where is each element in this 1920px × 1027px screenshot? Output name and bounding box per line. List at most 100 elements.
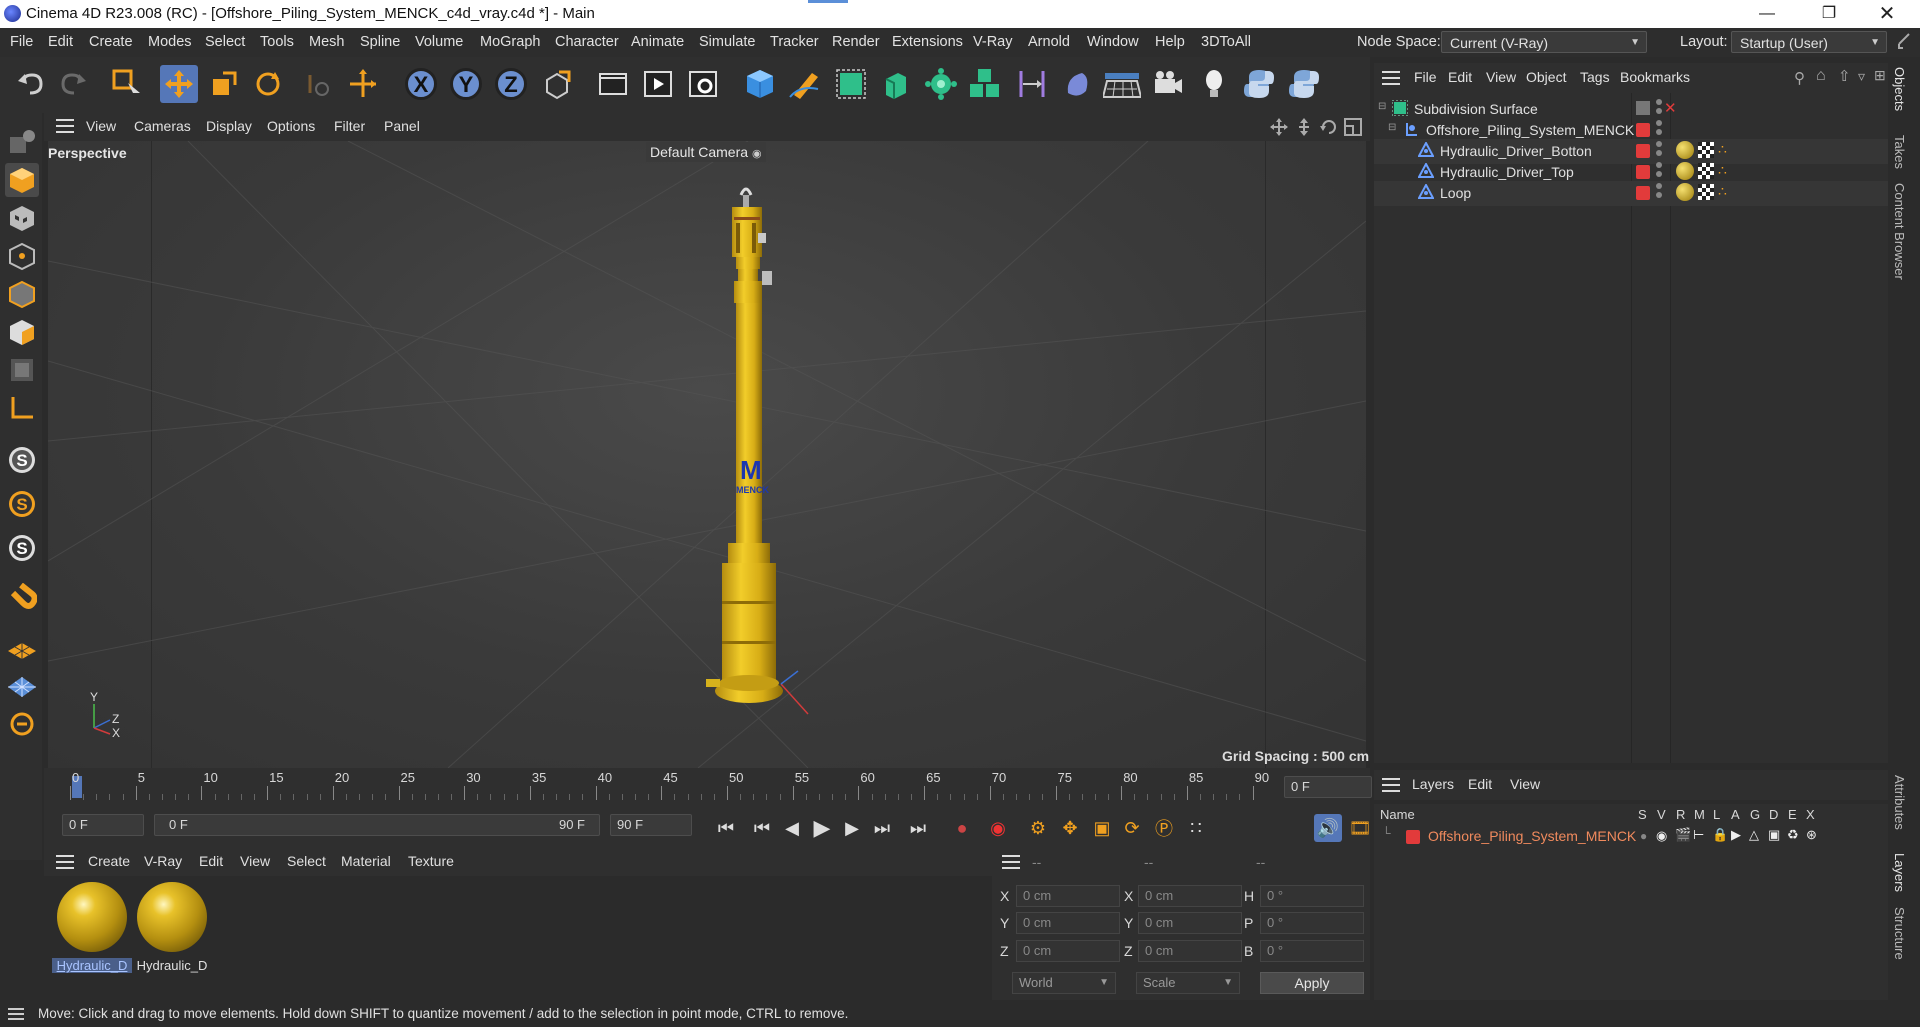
extrude-icon[interactable] [876,65,914,103]
size-x-field[interactable]: 0 cm [1138,885,1242,907]
camera-icon[interactable] [1149,65,1187,103]
scale-key-icon[interactable]: ▣ [1088,814,1116,842]
material-swatch[interactable]: Hydraulic_D [52,880,132,976]
layer-menu-layers[interactable]: Layers [1412,776,1454,792]
material-menu-edit[interactable]: Edit [199,853,223,869]
home-icon[interactable]: ⌂ [1816,67,1826,85]
redo-icon[interactable] [54,65,92,103]
close-icon[interactable]: ✕ [1864,0,1910,28]
python-icon[interactable] [1240,65,1278,103]
uvw-tag-icon[interactable] [1698,163,1714,179]
vray-tag-icon[interactable]: ∴ [1718,183,1727,200]
workplane-icon[interactable] [5,631,39,665]
layout-dropdown[interactable]: Startup (User) ▼ [1731,31,1887,53]
viewport-menu-view[interactable]: View [86,118,116,134]
material-menu-create[interactable]: Create [88,853,130,869]
object-menu-object[interactable]: Object [1526,69,1566,85]
end-frame-field[interactable]: 90 F [610,814,692,836]
rotate-view-icon[interactable] [1320,118,1338,136]
menu-edit[interactable]: Edit [48,34,73,50]
parameter-key-icon[interactable]: Ⓟ [1150,814,1178,842]
pan-view-icon[interactable] [1270,118,1288,136]
transform-mode-dropdown[interactable]: Scale ▼ [1136,972,1240,994]
render-view-icon[interactable] [639,65,677,103]
axis-mode-icon[interactable] [5,391,39,425]
apply-button[interactable]: Apply [1260,972,1364,994]
z-axis-lock-icon[interactable]: Z [492,65,530,103]
locked-workplane-icon[interactable] [5,707,39,741]
layout-lock-icon[interactable] [1896,32,1912,52]
layer-color-swatch[interactable] [1636,144,1650,158]
menu-volume[interactable]: Volume [415,34,463,50]
viewport-menu-options[interactable]: Options [267,118,315,134]
menu-simulate[interactable]: Simulate [699,34,755,50]
material-tag-icon[interactable] [1676,162,1694,180]
object-row[interactable]: Loop ∴ [1374,181,1888,206]
floor-icon[interactable] [1103,65,1141,103]
pen-icon[interactable] [786,65,824,103]
tab-content-browser[interactable]: Content Browser [1892,183,1907,280]
layer-menu-edit[interactable]: Edit [1468,776,1492,792]
previous-frame-icon[interactable]: ◀ [778,814,806,842]
hamburger-icon[interactable] [8,1007,24,1020]
tab-structure[interactable]: Structure [1892,907,1907,960]
snap-settings-icon[interactable]: S [5,487,39,521]
layer-menu-view[interactable]: View [1510,776,1540,792]
viewport-menu-cameras[interactable]: Cameras [134,118,191,134]
piling-hammer-model[interactable]: M MENCK [678,181,818,741]
material-tag-icon[interactable] [1676,183,1694,201]
rot-h-field[interactable]: 0 ° [1260,885,1364,907]
material-menu-view[interactable]: View [240,853,270,869]
y-axis-lock-icon[interactable]: Y [447,65,485,103]
hamburger-icon[interactable] [1002,855,1020,869]
record-keys-icon[interactable]: ● [948,814,976,842]
polygon-mode-icon[interactable] [5,315,39,349]
search-icon[interactable]: ⚲ [1794,69,1805,87]
position-key-icon[interactable]: ✥ [1056,814,1084,842]
collapse-icon[interactable]: ⊟ [1388,122,1396,133]
render-icon[interactable]: 🎬 [1675,827,1691,843]
menu-3dtoall[interactable]: 3DToAll [1201,34,1251,50]
collapse-icon[interactable]: ⊟ [1378,101,1386,112]
edge-mode-icon[interactable] [5,277,39,311]
visibility-dots[interactable] [1656,162,1662,180]
size-y-field[interactable]: 0 cm [1138,912,1242,934]
subdivision-icon[interactable] [832,65,870,103]
object-menu-bookmarks[interactable]: Bookmarks [1620,69,1690,85]
film-strip-icon[interactable]: 🎞 [1346,814,1374,842]
go-to-end-icon[interactable]: ⏭ [904,814,932,842]
viewport-menu-filter[interactable]: Filter [334,118,365,134]
size-z-field[interactable]: 0 cm [1138,940,1242,962]
viewport-menu-panel[interactable]: Panel [384,118,420,134]
restore-icon[interactable]: ❐ [1806,0,1852,28]
autokey-icon[interactable]: ◉ [984,814,1012,842]
layer-row[interactable]: └ Offshore_Piling_System_MENCK ● ◉ 🎬 ⊢ 🔒… [1374,826,1888,848]
move-icon[interactable] [160,65,198,103]
up-icon[interactable]: ⇧ [1838,67,1851,85]
pos-z-field[interactable]: 0 cm [1016,940,1120,962]
rot-p-field[interactable]: 0 ° [1260,912,1364,934]
magnet-icon[interactable] [5,581,39,615]
rotate-icon[interactable] [249,65,287,103]
sound-icon[interactable]: 🔊 [1314,814,1342,842]
deformer-icon[interactable]: ▣ [1768,827,1780,843]
keyframe-selection-icon[interactable]: ⚙ [1024,814,1052,842]
layer-color-swatch[interactable] [1636,165,1650,179]
object-menu-file[interactable]: File [1414,69,1437,85]
menu-mesh[interactable]: Mesh [309,34,344,50]
visibility-dots[interactable] [1656,99,1662,117]
perspective-viewport[interactable]: M MENCK [48,141,1366,768]
light-icon[interactable] [1195,65,1233,103]
rotation-key-icon[interactable]: ⟳ [1118,814,1146,842]
uvw-tag-icon[interactable] [1698,184,1714,200]
maximize-view-icon[interactable] [1344,118,1362,136]
layer-color-swatch[interactable] [1406,830,1420,844]
grid-icon[interactable] [5,669,39,703]
make-editable-icon[interactable] [5,125,39,159]
pla-key-icon[interactable]: ∷ [1182,814,1210,842]
coordinate-system-icon[interactable] [538,65,576,103]
menu-help[interactable]: Help [1155,34,1185,50]
snap-mode-icon[interactable]: S [5,531,39,565]
hamburger-icon[interactable] [56,855,74,869]
render-region-icon[interactable] [594,65,632,103]
